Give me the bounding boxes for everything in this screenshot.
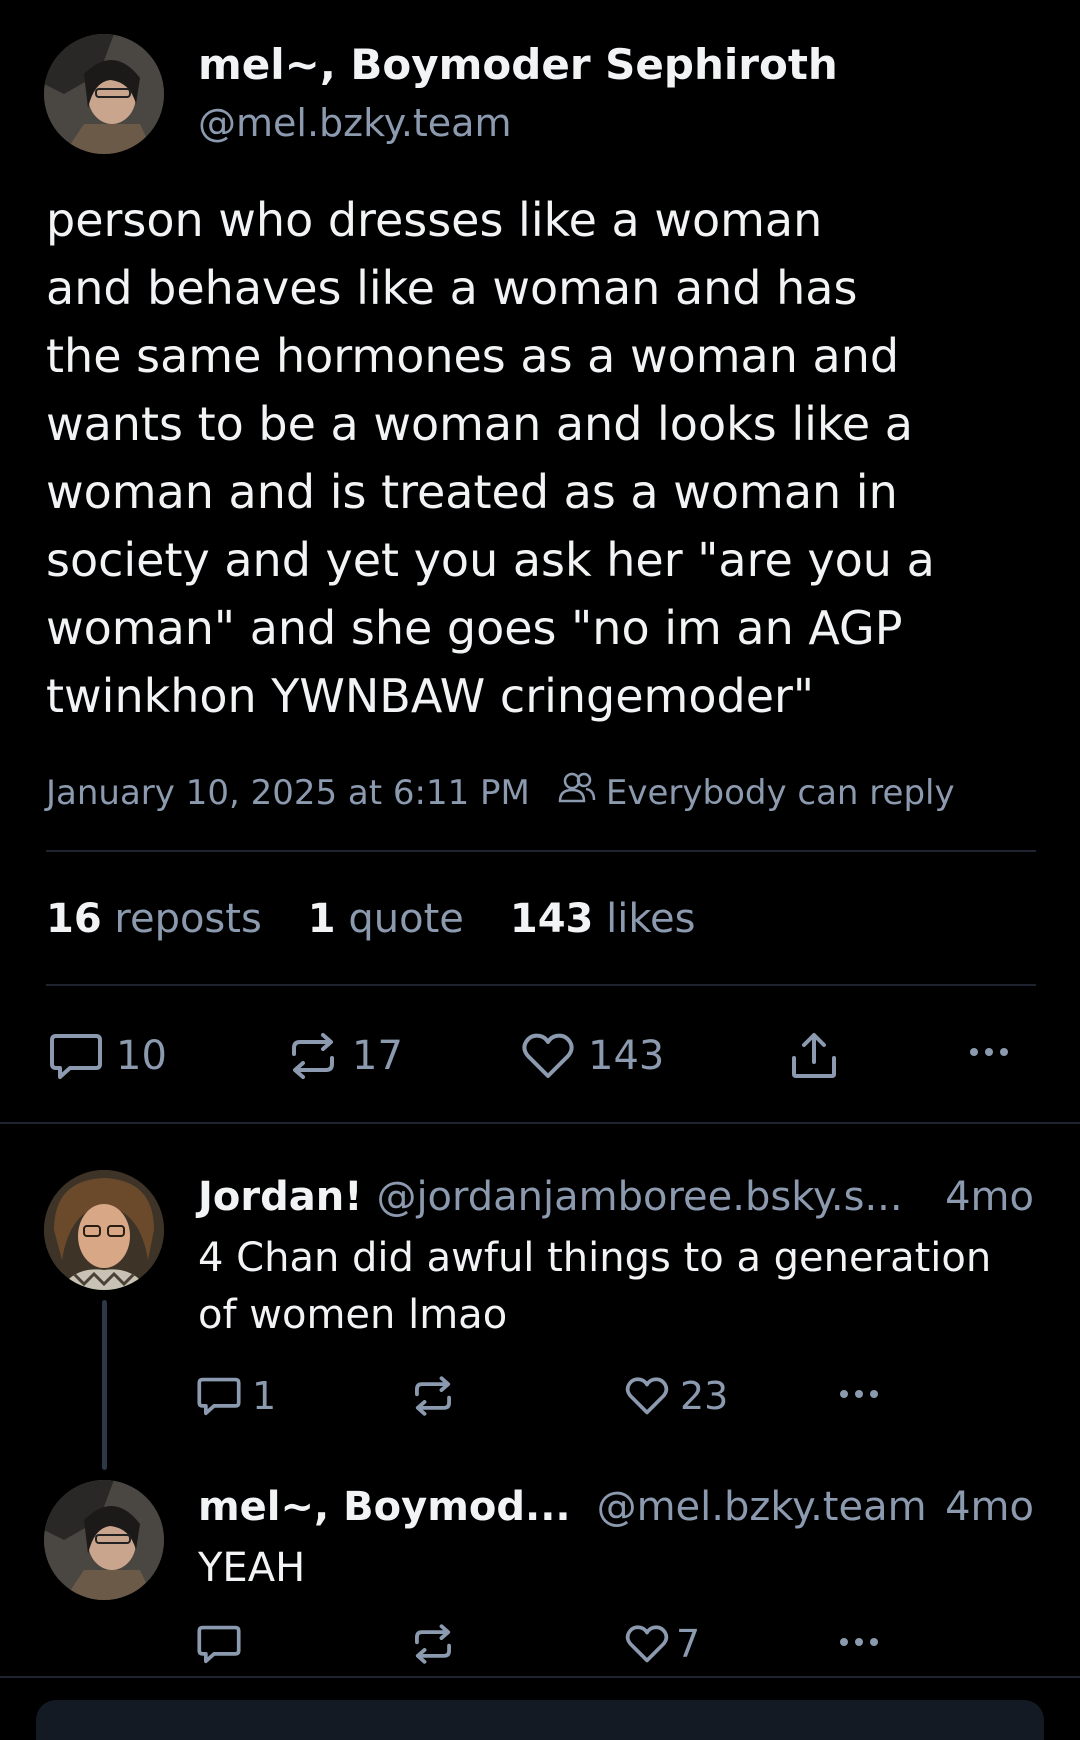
post-timestamp: January 10, 2025 at 6:11 PM <box>46 772 530 813</box>
reply-display-name[interactable]: Jordan! <box>198 1172 362 1222</box>
ellipsis-icon <box>870 1390 878 1398</box>
ellipsis-icon <box>855 1638 863 1646</box>
speech-bubble-icon <box>197 1625 241 1664</box>
like-button[interactable]: 23 <box>624 1374 728 1418</box>
reply-button[interactable]: 1 <box>196 1374 276 1418</box>
divider <box>46 984 1036 986</box>
more-options-button[interactable] <box>970 1048 1008 1056</box>
quotes-count: 1 <box>307 896 336 942</box>
reply-handle[interactable]: @mel.bzky.team <box>597 1482 927 1532</box>
engagement-stats: 16 reposts 1 quote 143 likes <box>46 894 696 944</box>
more-options-button[interactable] <box>840 1390 878 1398</box>
repost-button[interactable] <box>410 1622 466 1666</box>
reply-body: 4 Chan did awful things to a generation … <box>198 1230 991 1344</box>
ellipsis-icon <box>840 1638 848 1646</box>
likes-label: likes <box>606 896 696 942</box>
post-line: wants to be a woman and looks like a <box>46 397 913 451</box>
reply-line: of women lmao <box>198 1292 508 1338</box>
reply-count: 10 <box>116 1033 167 1079</box>
reply-header: mel~, Boymod... @mel.bzky.team 4mo <box>198 1482 1034 1532</box>
reply-count: 1 <box>252 1374 277 1418</box>
reply-display-name[interactable]: mel~, Boymod... <box>198 1482 571 1532</box>
likes-count: 143 <box>509 896 594 942</box>
reposts-stat[interactable]: 16 reposts <box>46 894 262 944</box>
reply-button[interactable] <box>196 1622 252 1666</box>
author-display-name[interactable]: mel~, Boymoder Sephiroth <box>198 40 838 90</box>
reply-button[interactable]: 10 <box>48 1030 167 1082</box>
post-meta: January 10, 2025 at 6:11 PM Everybody ca… <box>46 770 955 815</box>
quotes-stat[interactable]: 1 quote <box>308 894 464 944</box>
reply-handle[interactable]: @jordanjamboree.bsky.s... <box>376 1172 902 1222</box>
reply-setting[interactable]: Everybody can reply <box>606 771 955 815</box>
repost-button[interactable] <box>410 1374 466 1418</box>
heart-icon <box>625 1377 669 1415</box>
repost-arrows-icon <box>292 1033 334 1079</box>
speech-bubble-icon <box>50 1034 102 1079</box>
divider <box>0 1122 1080 1124</box>
composer-bar[interactable] <box>36 1700 1044 1740</box>
divider <box>46 850 1036 852</box>
author-avatar[interactable] <box>44 34 164 154</box>
repost-arrows-icon <box>415 1376 451 1416</box>
ellipsis-icon <box>985 1048 993 1056</box>
post-line: society and yet you ask her "are you a <box>46 533 935 587</box>
like-button[interactable]: 143 <box>520 1030 664 1082</box>
reply-line: YEAH <box>198 1545 306 1591</box>
post-line: twinkhon YWNBAW cringemoder" <box>46 669 815 723</box>
ellipsis-icon <box>970 1048 978 1056</box>
post-line: and behaves like a woman and has <box>46 261 858 315</box>
repost-arrows-icon <box>415 1624 451 1664</box>
repost-button[interactable]: 17 <box>286 1030 403 1082</box>
ellipsis-icon <box>870 1638 878 1646</box>
reply-age: 4mo <box>945 1174 1034 1220</box>
post-line: woman" and she goes "no im an AGP <box>46 601 903 655</box>
author-handle[interactable]: @mel.bzky.team <box>198 100 511 146</box>
post-body: person who dresses like a woman and beha… <box>46 186 935 730</box>
more-options-button[interactable] <box>840 1638 878 1646</box>
reply-age: 4mo <box>945 1484 1034 1530</box>
heart-icon <box>625 1625 669 1663</box>
post-line: the same hormones as a woman and <box>46 329 900 383</box>
reply-avatar[interactable] <box>44 1480 164 1600</box>
like-count: 23 <box>680 1374 729 1418</box>
ellipsis-icon <box>855 1390 863 1398</box>
reply-header: Jordan! @jordanjamboree.bsky.s... 4mo <box>198 1172 1034 1222</box>
like-count: 7 <box>676 1622 701 1666</box>
speech-bubble-icon <box>197 1377 241 1416</box>
post-line: woman and is treated as a woman in <box>46 465 898 519</box>
like-button[interactable]: 7 <box>624 1622 700 1666</box>
share-upload-icon <box>792 1033 836 1078</box>
quotes-label: quote <box>348 896 464 942</box>
repost-count: 17 <box>352 1033 403 1079</box>
share-button[interactable] <box>788 1030 840 1082</box>
people-icon <box>558 770 596 815</box>
reply-line: 4 Chan did awful things to a generation <box>198 1235 992 1281</box>
ellipsis-icon <box>840 1390 848 1398</box>
thread-connector-line <box>102 1300 107 1470</box>
divider <box>0 1676 1080 1678</box>
reposts-count: 16 <box>46 896 102 942</box>
post-line: person who dresses like a woman <box>46 193 823 247</box>
like-count: 143 <box>588 1033 665 1079</box>
reply-avatar[interactable] <box>44 1170 164 1290</box>
reposts-label: reposts <box>114 896 262 942</box>
ellipsis-icon <box>1000 1048 1008 1056</box>
reply-body: YEAH <box>198 1542 305 1594</box>
likes-stat[interactable]: 143 likes <box>510 894 696 944</box>
heart-icon <box>522 1033 574 1078</box>
